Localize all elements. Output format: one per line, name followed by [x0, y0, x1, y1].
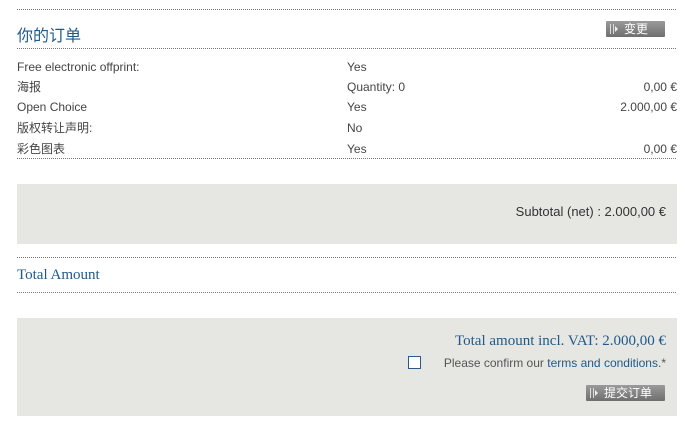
- confirm-suffix: .*: [657, 356, 666, 370]
- total-amount-incl-vat: Total amount incl. VAT: 2.000,00 €: [455, 333, 666, 349]
- row-value: Yes: [347, 142, 367, 156]
- subtotal-panel: Subtotal (net) : 2.000,00 €: [17, 184, 677, 244]
- terms-checkbox[interactable]: [408, 356, 421, 369]
- submit-order-button[interactable]: 提交订单: [586, 385, 665, 401]
- row-price: 0,00 €: [643, 80, 677, 94]
- row-label: 海报: [17, 80, 42, 94]
- top-divider: [17, 9, 676, 10]
- row-price: 2.000,00 €: [620, 100, 677, 114]
- order-title-divider: [17, 48, 676, 49]
- row-value: Yes: [347, 100, 367, 114]
- row-value: Quantity: 0: [347, 80, 406, 94]
- row-label: Free electronic offprint:: [17, 60, 140, 74]
- row-value: No: [347, 121, 363, 135]
- order-rows-divider: [17, 158, 676, 159]
- row-label: 版权转让声明:: [17, 121, 93, 135]
- terms-link[interactable]: terms and conditions: [547, 356, 658, 370]
- row-price: 0,00 €: [643, 142, 677, 156]
- change-button-label: 变更: [624, 22, 649, 36]
- change-button[interactable]: 变更: [606, 21, 665, 37]
- button-arrow-icon: [590, 388, 598, 398]
- total-top-divider: [17, 257, 676, 258]
- confirm-prefix: Please confirm our: [443, 356, 548, 370]
- order-row-open-choice: Open Choice Yes 2.000,00 €: [17, 97, 677, 117]
- row-label: 彩色图表: [17, 142, 66, 156]
- subtotal-text: Subtotal (net) : 2.000,00 €: [515, 204, 666, 219]
- order-row-offprint: Free electronic offprint: Yes: [17, 57, 677, 77]
- confirm-text: Please confirm our terms and conditions.…: [444, 356, 666, 370]
- order-row-color-figures: 彩色图表 Yes 0,00 €: [17, 139, 677, 159]
- submit-order-label: 提交订单: [604, 386, 653, 400]
- total-title: Total Amount: [17, 267, 100, 283]
- order-title: 你的订单: [17, 28, 82, 45]
- row-label: Open Choice: [17, 100, 88, 114]
- button-arrow-icon: [610, 24, 618, 34]
- total-panel: Total amount incl. VAT: 2.000,00 € Pleas…: [17, 318, 677, 416]
- order-row-poster: 海报 Quantity: 0 0,00 €: [17, 77, 677, 97]
- order-row-copyright: 版权转让声明: No: [17, 118, 677, 138]
- row-value: Yes: [347, 60, 367, 74]
- total-title-divider: [17, 292, 676, 293]
